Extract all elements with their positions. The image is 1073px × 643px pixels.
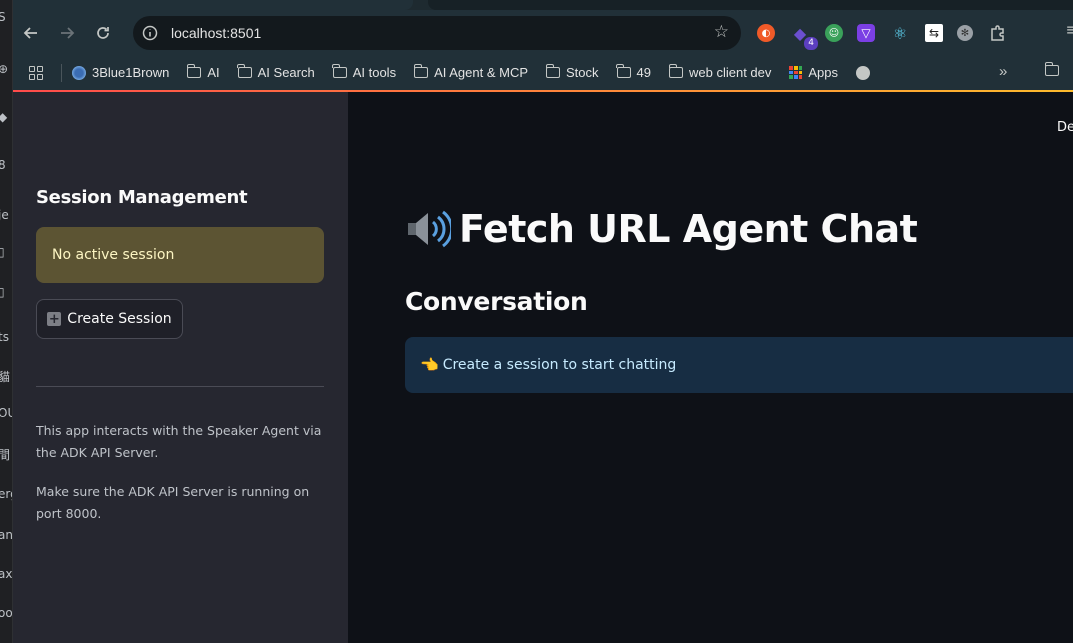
bookmark-star-icon[interactable]: ☆	[714, 22, 729, 42]
create-session-button[interactable]: + Create Session	[36, 299, 183, 339]
bookmark-label: web client dev	[689, 65, 772, 80]
bookmark-web-client-dev[interactable]: web client dev	[668, 64, 772, 80]
tab-strip	[13, 0, 1073, 10]
session-status-alert: No active session	[36, 227, 324, 283]
folder-icon	[1044, 62, 1059, 76]
bookmark-ai-tools[interactable]: AI tools	[332, 64, 397, 80]
reload-icon[interactable]	[85, 15, 121, 51]
bookmarks-overflow-icon[interactable]: »	[999, 63, 1007, 80]
bookmark-49[interactable]: 49	[616, 64, 651, 80]
extensions-area: ◐ ◆ 4 ☺ ▽ ⚛ ⇆ ✻	[757, 22, 1009, 50]
active-tab[interactable]	[13, 0, 413, 10]
forward-arrow-icon[interactable]	[49, 15, 85, 51]
bookmark-globe[interactable]	[856, 65, 871, 80]
shield-extension-icon[interactable]: ▽	[857, 24, 875, 42]
deploy-button[interactable]: De	[1057, 120, 1073, 135]
page-title-text: Fetch URL Agent Chat	[459, 207, 918, 251]
folder-icon	[332, 64, 347, 78]
purple-extension-icon[interactable]: ◆ 4	[789, 22, 818, 50]
white-extension-icon[interactable]: ⇆	[925, 24, 943, 42]
folder-icon	[616, 64, 631, 78]
apps-grid-icon	[789, 66, 803, 79]
pointing-hand-icon: 👈	[420, 356, 439, 374]
info-alert-text: Create a session to start chatting	[442, 357, 677, 373]
plus-icon: +	[47, 311, 62, 327]
browser-toolbar: localhost:8501 ☆ ◐ ◆ 4 ☺ ▽ ⚛ ⇆ ✻ ≡	[13, 10, 1073, 55]
conversation-heading: Conversation	[405, 287, 588, 316]
back-arrow-icon[interactable]	[13, 15, 49, 51]
all-bookmarks-icon[interactable]	[29, 65, 43, 80]
folder-icon	[545, 64, 561, 78]
react-extension-icon[interactable]: ⚛	[889, 22, 911, 44]
gray-extension-icon[interactable]: ✻	[957, 25, 973, 41]
site-info-icon[interactable]	[139, 22, 161, 44]
bookmark-stock[interactable]: Stock	[545, 64, 599, 80]
other-bookmarks-folder[interactable]	[1044, 62, 1059, 76]
page-title: Fetch URL Agent Chat	[405, 207, 918, 251]
bookmark-label: 49	[636, 65, 651, 80]
url-text[interactable]: localhost:8501	[171, 25, 261, 41]
inactive-tab[interactable]	[428, 0, 1073, 10]
browser-menu-icon[interactable]: ≡	[1066, 20, 1073, 39]
address-bar[interactable]: localhost:8501 ☆	[133, 16, 741, 50]
info-alert: 👈 Create a session to start chatting	[405, 337, 1073, 393]
bookmark-label: Apps	[808, 65, 839, 80]
bookmarks-separator	[61, 63, 62, 82]
bookmarks-bar: 3Blue1Brown AI AI Search AI tools AI Age…	[13, 55, 1073, 90]
bookmark-label: 3Blue1Brown	[92, 65, 170, 80]
bookmark-label: AI tools	[352, 65, 397, 80]
session-status-text: No active session	[52, 247, 175, 263]
main-content: De Fetch URL Agent Chat Conversation 👈 C…	[348, 92, 1073, 643]
bookmark-label: Stock	[566, 65, 599, 80]
speaker-icon	[405, 208, 454, 250]
bookmark-ai-agent-mcp[interactable]: AI Agent & MCP	[413, 64, 529, 80]
folder-icon	[237, 64, 252, 78]
folder-icon	[413, 64, 429, 78]
folder-icon	[668, 64, 683, 78]
sidebar: Session Management No active session + C…	[13, 92, 348, 643]
globe-icon	[856, 65, 871, 80]
folder-icon	[186, 64, 202, 78]
bookmark-apps[interactable]: Apps	[789, 65, 838, 80]
sidebar-title: Session Management	[36, 187, 248, 208]
robot-extension-icon[interactable]: ☺	[825, 24, 843, 42]
extension-badge: 4	[804, 37, 818, 50]
bookmark-label: AI Agent & MCP	[434, 65, 529, 80]
puzzle-extensions-icon[interactable]	[987, 22, 1009, 44]
bookmark-ai-search[interactable]: AI Search	[237, 64, 315, 80]
bookmark-ai[interactable]: AI	[186, 64, 220, 80]
sidebar-info-text-2: Make sure the ADK API Server is running …	[36, 484, 310, 521]
orange-extension-icon[interactable]: ◐	[757, 24, 775, 42]
bookmark-label: AI	[207, 65, 220, 80]
bookmark-3blue1brown[interactable]: 3Blue1Brown	[72, 65, 169, 80]
3blue1brown-icon	[72, 65, 86, 80]
sidebar-info-text-1: This app interacts with the Speaker Agen…	[36, 423, 322, 460]
bookmark-label: AI Search	[257, 65, 315, 80]
background-window-strip: S ⊕ ◆ 8 je ▯ ▯ ts 貓 OU 間 erg an ax oo	[0, 0, 13, 643]
sidebar-divider	[36, 386, 324, 387]
create-session-label: Create Session	[67, 311, 172, 327]
